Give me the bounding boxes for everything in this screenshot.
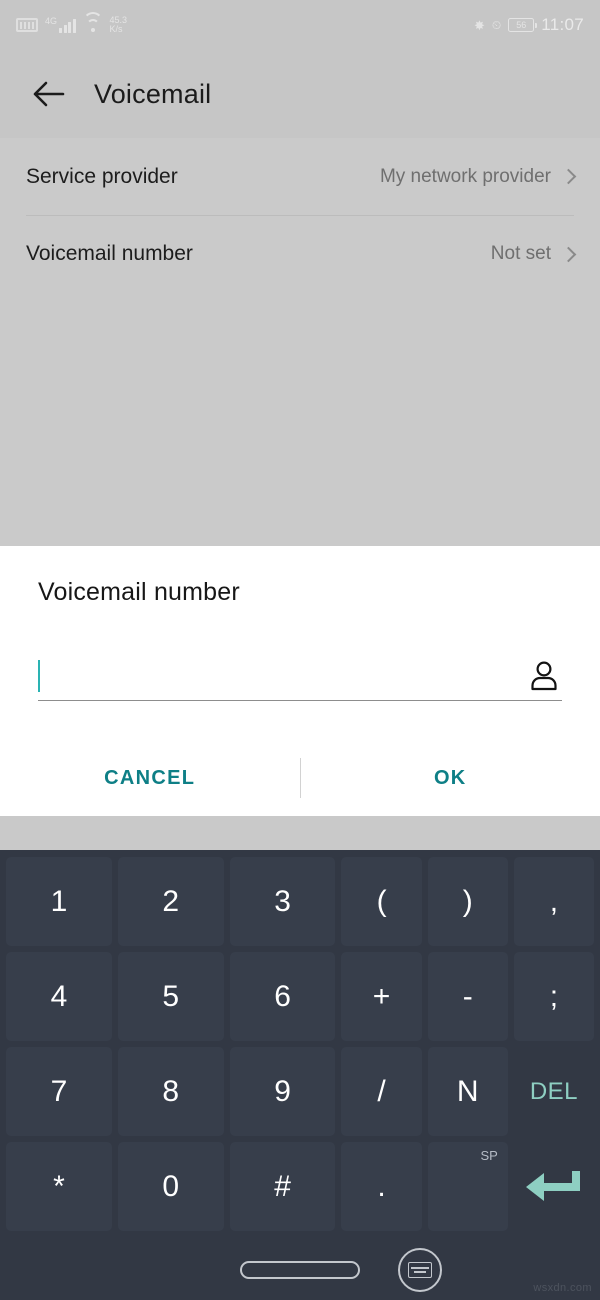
watermark: wsxdn.com [533, 1282, 592, 1294]
sim-card-icon [16, 18, 38, 32]
keyboard-rows: 1 2 3 ( ) , 4 5 6 + - ; 7 8 9 / N DEL * … [0, 850, 600, 1234]
settings-row-value: Not set [490, 243, 551, 264]
keyboard-row-1: 1 2 3 ( ) , [3, 854, 597, 949]
status-bar-left: 4G 45.3 K/s [16, 11, 128, 35]
settings-row-label: Service provider [26, 164, 178, 188]
voicemail-number-input[interactable] [38, 651, 526, 700]
navigation-bar: wsxdn.com [0, 1240, 600, 1300]
signal-bars-icon: 4G [45, 17, 76, 33]
back-arrow-icon[interactable] [26, 71, 72, 117]
keyboard-row-4: * 0 # . SP [3, 1139, 597, 1234]
key-1[interactable]: 1 [6, 857, 112, 946]
numeric-keyboard: 1 2 3 ( ) , 4 5 6 + - ; 7 8 9 / N DEL * … [0, 850, 600, 1300]
key-comma[interactable]: , [513, 857, 594, 946]
key-period[interactable]: . [341, 1142, 422, 1231]
keyboard-row-2: 4 5 6 + - ; [3, 949, 597, 1044]
wifi-icon [82, 11, 103, 33]
voicemail-number-dialog: Voicemail number CANCEL OK [0, 546, 600, 816]
key-hash[interactable]: # [229, 1142, 336, 1231]
key-6[interactable]: 6 [229, 952, 336, 1041]
ok-button[interactable]: OK [301, 767, 600, 790]
settings-row-right: My network provider [379, 165, 577, 188]
key-7[interactable]: 7 [6, 1047, 112, 1136]
settings-row-right: Not set [490, 243, 577, 265]
app-bar: Voicemail [0, 50, 600, 138]
settings-row-service-provider[interactable]: Service provider My network provider [26, 138, 577, 215]
key-left-paren[interactable]: ( [341, 857, 422, 946]
page-title: Voicemail [94, 78, 212, 109]
settings-list: Service provider My network provider Voi… [0, 138, 600, 546]
key-5[interactable]: 5 [117, 952, 224, 1041]
dialog-actions: CANCEL OK [0, 740, 600, 816]
settings-row-label: Voicemail number [26, 242, 193, 265]
key-delete[interactable]: DEL [513, 1047, 594, 1136]
key-4[interactable]: 4 [6, 952, 112, 1041]
key-asterisk[interactable]: * [6, 1142, 112, 1231]
key-semicolon[interactable]: ; [513, 952, 594, 1041]
chevron-right-icon [560, 168, 577, 185]
key-9[interactable]: 9 [229, 1047, 336, 1136]
key-slash[interactable]: / [341, 1047, 422, 1136]
key-2[interactable]: 2 [117, 857, 224, 946]
alarm-icon: ⏲ [491, 18, 502, 32]
keyboard-glyph [408, 1262, 432, 1278]
bluetooth-icon: ✸ [473, 17, 485, 33]
battery-level: 56 [516, 19, 527, 30]
key-0[interactable]: 0 [117, 1142, 224, 1231]
key-3[interactable]: 3 [229, 857, 336, 946]
network-type-label: 4G [45, 16, 58, 26]
key-8[interactable]: 8 [117, 1047, 224, 1136]
keyboard-toggle-icon[interactable] [398, 1248, 442, 1292]
status-bar: 4G 45.3 K/s ✸ ⏲ 56 11:07 [0, 0, 600, 50]
signal-strength-bars [59, 18, 76, 33]
chevron-right-icon [560, 246, 577, 262]
contact-person-icon[interactable] [526, 658, 562, 694]
network-speed-unit: K/s [109, 24, 123, 34]
key-space-label: SP [480, 1148, 498, 1163]
dialog-title: Voicemail number [38, 578, 240, 606]
status-bar-clock: 11:07 [541, 15, 584, 34]
key-plus[interactable]: + [341, 952, 422, 1041]
network-speed: 45.3 K/s [109, 15, 128, 35]
keyboard-gap [0, 816, 600, 850]
status-bar-right: ✸ ⏲ 56 11:07 [474, 15, 584, 35]
home-pill-icon[interactable] [240, 1261, 360, 1279]
key-minus[interactable]: - [427, 952, 508, 1041]
voicemail-number-field[interactable] [38, 651, 562, 701]
cancel-button[interactable]: CANCEL [0, 767, 300, 790]
key-enter[interactable] [513, 1142, 594, 1231]
keyboard-row-3: 7 8 9 / N DEL [3, 1044, 597, 1139]
settings-row-voicemail-number[interactable]: Voicemail number Not set [26, 215, 577, 292]
settings-row-value: My network provider [379, 165, 551, 187]
key-space[interactable]: SP [427, 1142, 508, 1231]
key-n[interactable]: N [427, 1047, 508, 1136]
enter-arrow-icon [525, 1170, 580, 1201]
key-right-paren[interactable]: ) [427, 857, 508, 946]
battery-icon: 56 [508, 18, 538, 32]
